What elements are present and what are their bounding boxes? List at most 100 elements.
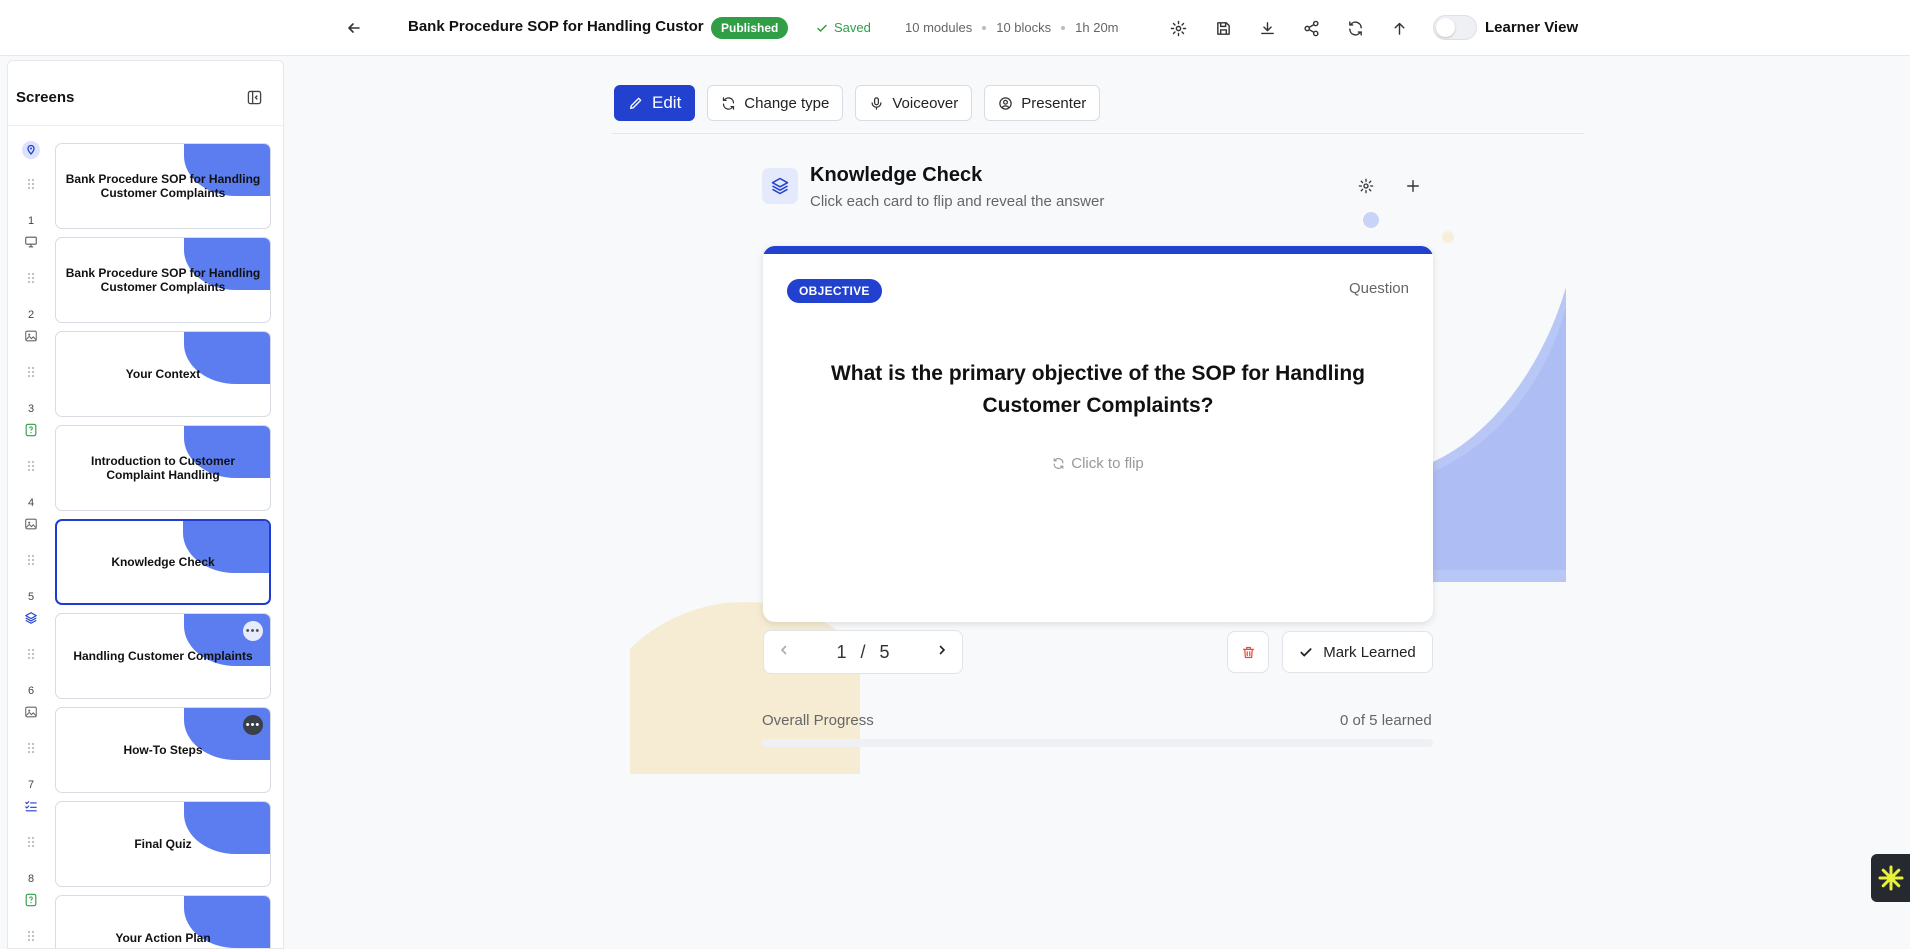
image-icon <box>21 517 41 534</box>
drag-handle-icon[interactable] <box>21 836 41 851</box>
screen-thumbnail-label: Bank Procedure SOP for Handling Customer… <box>65 171 261 200</box>
arrow-up-icon <box>1394 22 1404 35</box>
presentation-icon <box>21 235 41 252</box>
change-type-button[interactable]: Change type <box>707 85 844 121</box>
blocks-count: 10 blocks <box>996 20 1052 35</box>
mark-learned-button[interactable]: Mark Learned <box>1282 631 1433 673</box>
screen-number: 2 <box>27 309 35 321</box>
screen-number: 4 <box>27 497 35 509</box>
drag-handle-icon[interactable] <box>21 930 41 945</box>
card-side-label: Question <box>1348 280 1409 297</box>
modules-count: 10 modules <box>905 20 973 35</box>
screen-thumbnail[interactable]: Introduction to Customer Complaint Handl… <box>55 425 271 511</box>
assistant-widget-button[interactable] <box>1871 854 1910 902</box>
screen-thumbnail-label: Final Quiz <box>134 836 192 851</box>
block-settings-button[interactable] <box>1355 175 1377 197</box>
save-button[interactable] <box>1209 14 1237 42</box>
edit-label: Edit <box>652 93 682 112</box>
screen-thumbnail[interactable]: Your Action Plan <box>55 895 271 948</box>
block-toolbar: Edit Change type Voiceover Presenter <box>614 85 1101 121</box>
quiz-icon <box>21 423 41 440</box>
screen-thumbnail-label: Knowledge Check <box>111 554 215 569</box>
settings-button[interactable] <box>1164 14 1192 42</box>
total-pages: 5 <box>879 641 890 662</box>
course-title[interactable]: Bank Procedure SOP for Handling Custor <box>408 18 704 35</box>
edit-button[interactable]: Edit <box>614 85 696 121</box>
screen-thumbnail[interactable]: Handling Customer Complaints ••• <box>55 613 271 699</box>
screen-thumbnail[interactable]: Your Context <box>55 331 271 417</box>
block-title: Knowledge Check <box>810 164 983 186</box>
voiceover-button[interactable]: Voiceover <box>855 85 973 121</box>
drag-handle-icon[interactable] <box>21 554 41 569</box>
block-subtitle: Click each card to flip and reveal the a… <box>810 193 1105 210</box>
course-meta: 10 modules 10 blocks 1h 20m <box>905 20 1119 35</box>
card-accent-stripe <box>763 246 1433 254</box>
image-icon <box>21 329 41 346</box>
saved-indicator: Saved <box>816 20 871 35</box>
drag-handle-icon[interactable] <box>21 648 41 663</box>
arrow-left-icon <box>348 23 360 33</box>
drag-handle-icon[interactable] <box>21 178 41 193</box>
refresh-icon <box>1348 20 1362 36</box>
flashcard[interactable]: OBJECTIVE Question What is the primary o… <box>763 246 1433 622</box>
more-options-icon[interactable]: ••• <box>243 715 263 735</box>
page-indicator: 1 / 5 <box>836 642 889 663</box>
microphone-icon <box>871 96 882 110</box>
current-page: 1 <box>836 641 847 662</box>
screen-thumbnail[interactable]: Knowledge Check <box>55 519 271 605</box>
screen-thumbnail[interactable]: Bank Procedure SOP for Handling Customer… <box>55 143 271 229</box>
drag-handle-icon[interactable] <box>21 742 41 757</box>
floppy-disk-icon <box>1216 21 1230 35</box>
location-pin-icon <box>21 141 41 162</box>
screen-number: 1 <box>27 215 35 227</box>
pencil-icon <box>630 97 642 109</box>
screen-number: 5 <box>27 591 35 603</box>
presenter-label: Presenter <box>1021 94 1087 112</box>
sidebar-title: Screens <box>16 89 75 106</box>
user-circle-icon <box>999 96 1012 110</box>
screen-thumbnail[interactable]: How-To Steps ••• <box>55 707 271 793</box>
progress-count: 0 of 5 learned <box>1340 712 1432 729</box>
checklist-icon <box>21 799 41 816</box>
sync-button[interactable] <box>1341 14 1369 42</box>
asterisk-icon <box>1878 865 1903 891</box>
check-icon <box>817 24 827 32</box>
presenter-button[interactable]: Presenter <box>984 85 1101 121</box>
flip-hint[interactable]: Click to flip <box>763 455 1433 472</box>
download-button[interactable] <box>1253 14 1281 42</box>
download-icon <box>1260 21 1274 34</box>
toolbar-divider <box>612 133 1584 134</box>
next-card-button[interactable] <box>936 643 948 661</box>
screen-thumbnail-label: Your Action Plan <box>115 930 211 945</box>
screen-thumbnail[interactable]: Bank Procedure SOP for Handling Customer… <box>55 237 271 323</box>
screen-number: 7 <box>27 779 35 791</box>
add-card-button[interactable] <box>1402 175 1424 197</box>
back-button[interactable] <box>340 14 368 42</box>
share-button[interactable] <box>1297 14 1325 42</box>
screen-thumbnail-label: How-To Steps <box>123 742 203 757</box>
duration: 1h 20m <box>1075 20 1119 35</box>
mark-learned-label: Mark Learned <box>1323 643 1416 661</box>
drag-handle-icon[interactable] <box>21 272 41 287</box>
screen-thumbnail-label: Your Context <box>125 366 201 381</box>
collapse-sidebar-button[interactable] <box>244 87 264 107</box>
status-badge: Published <box>711 17 789 39</box>
flip-hint-label: Click to flip <box>1071 455 1144 472</box>
drag-handle-icon[interactable] <box>21 460 41 475</box>
delete-card-button[interactable] <box>1227 631 1269 673</box>
progress-bar <box>762 739 1433 747</box>
learner-view-toggle[interactable] <box>1433 15 1477 40</box>
previous-card-button[interactable] <box>778 643 790 661</box>
layers-icon <box>21 611 41 628</box>
more-options-icon[interactable]: ••• <box>243 621 263 641</box>
card-pager: 1 / 5 <box>763 630 963 674</box>
publish-button[interactable] <box>1385 14 1413 42</box>
separator-dot <box>982 25 987 30</box>
screens-sidebar: Screens 1 2 3 4 5 6 7 8 Bank Procedure SOP for … <box>7 60 284 949</box>
drag-handle-icon[interactable] <box>21 366 41 381</box>
screen-thumbnail[interactable]: Final Quiz <box>55 801 271 887</box>
layers-icon <box>762 168 798 204</box>
sidebar-collapse-icon <box>247 90 261 104</box>
chevron-right-icon <box>939 645 946 655</box>
decorative-shape <box>1420 287 1566 582</box>
